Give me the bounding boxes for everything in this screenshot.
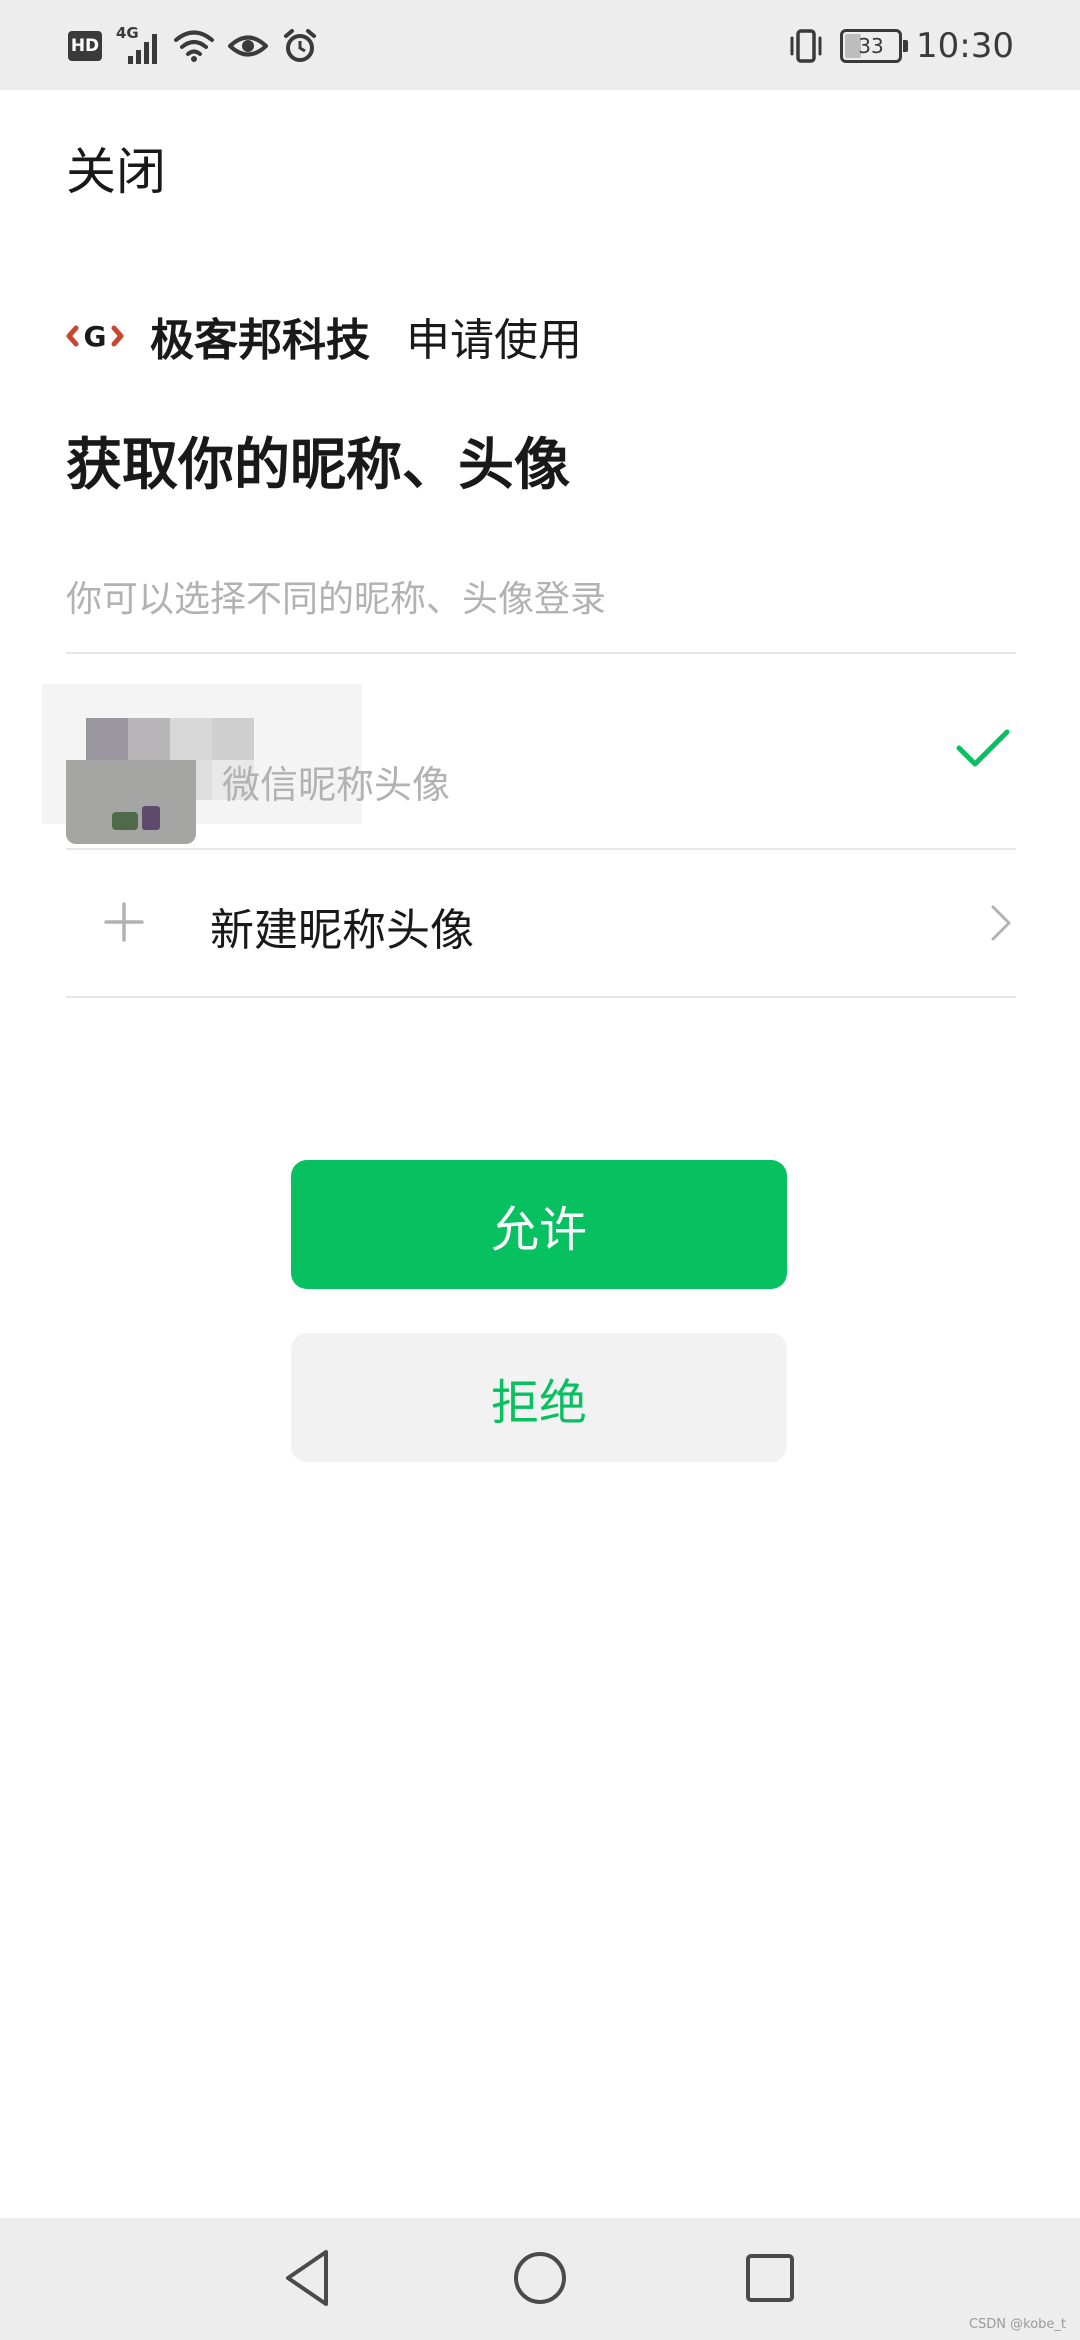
navigation-bar: CSDN @kobe_t xyxy=(0,2218,1080,2340)
option-new-profile[interactable]: 新建昵称头像 xyxy=(0,850,1080,996)
plus-icon xyxy=(104,902,144,942)
eye-icon xyxy=(228,35,268,57)
option-wechat-label: 微信昵称头像 xyxy=(222,763,451,807)
watermark: CSDN @kobe_t xyxy=(968,2317,1066,2332)
allow-button[interactable]: 允许 xyxy=(291,1160,787,1289)
wifi-icon xyxy=(174,30,214,62)
deny-button[interactable]: 拒绝 xyxy=(291,1333,787,1462)
back-icon[interactable] xyxy=(278,2246,342,2310)
status-time: 10:30 xyxy=(916,26,1014,66)
app-logo: G xyxy=(66,316,124,356)
chevron-right-icon xyxy=(991,905,1011,941)
page-title: 获取你的昵称、头像 xyxy=(66,433,570,498)
close-button[interactable]: 关闭 xyxy=(66,132,166,204)
app-apply-text: 申请使用 xyxy=(406,315,582,366)
alarm-icon xyxy=(284,29,316,62)
home-icon[interactable] xyxy=(508,2246,572,2310)
app-info-row: G 极客邦科技 申请使用 xyxy=(66,305,582,367)
status-bar-left: HD 4G xyxy=(68,22,318,70)
option-new-label: 新建昵称头像 xyxy=(210,905,474,956)
status-bar-right: 33 10:30 xyxy=(786,22,1014,70)
recent-apps-icon[interactable] xyxy=(738,2246,802,2310)
battery-icon: 33 xyxy=(840,29,909,63)
divider xyxy=(66,996,1016,998)
check-icon xyxy=(956,729,1010,767)
option-wechat-profile[interactable]: 微信昵称头像 xyxy=(0,654,1080,848)
geekbang-logo-icon: G xyxy=(66,320,124,353)
app-name: 极客邦科技 xyxy=(150,315,370,366)
network-type-label: 4G xyxy=(116,24,139,42)
hd-icon: HD xyxy=(68,31,102,61)
signal-icon: 4G xyxy=(116,24,160,64)
page-subtitle: 你可以选择不同的昵称、头像登录 xyxy=(66,579,607,620)
battery-level: 33 xyxy=(858,34,884,58)
status-bar: HD 4G 33 10:30 xyxy=(0,0,1080,90)
logo-letter: G xyxy=(84,320,107,353)
vibrate-icon xyxy=(790,29,822,63)
